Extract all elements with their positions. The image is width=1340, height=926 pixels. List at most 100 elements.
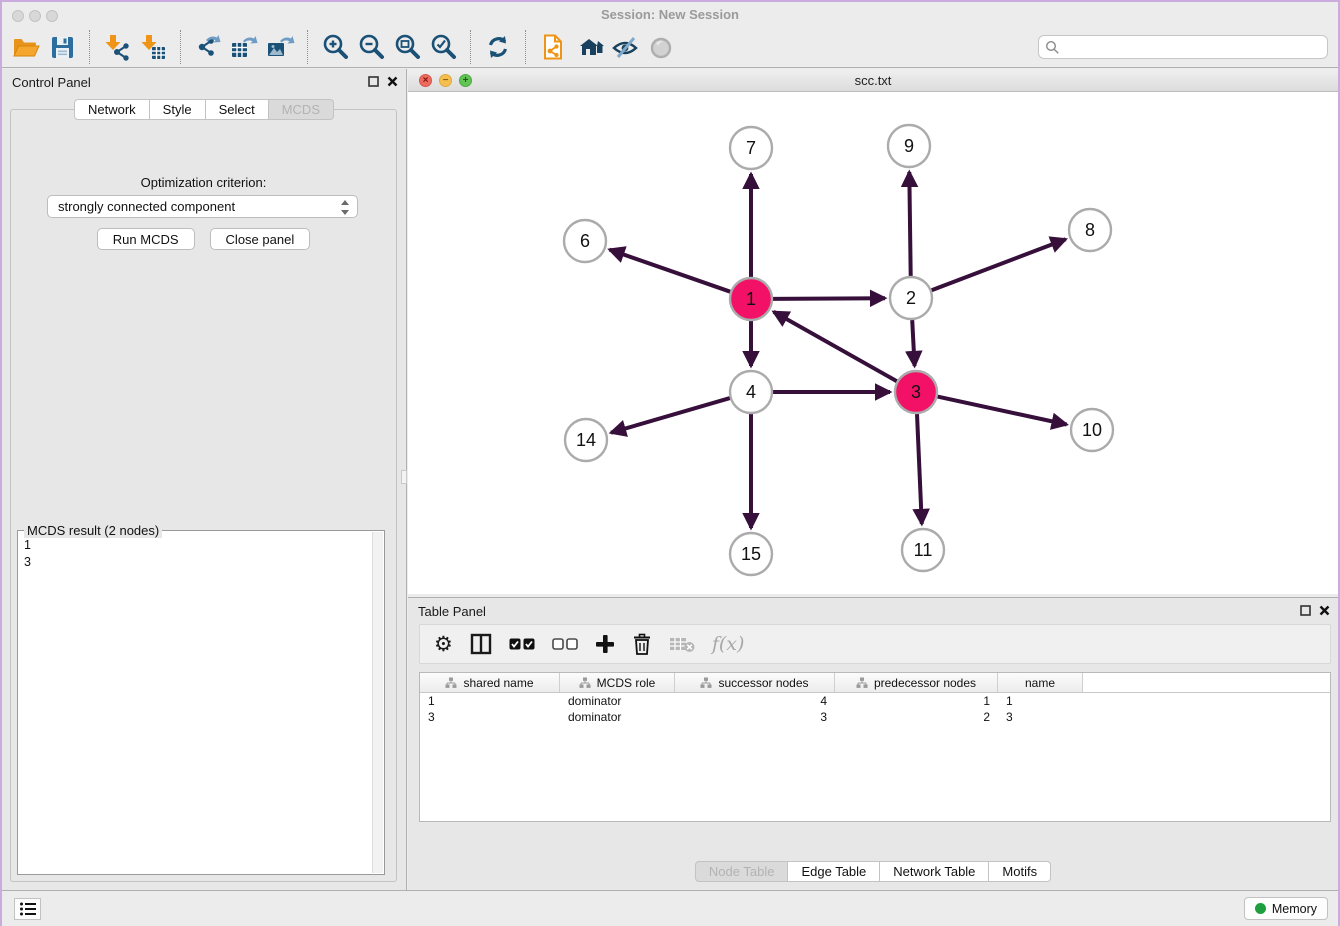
- import-table-button[interactable]: [135, 29, 171, 65]
- deselect-all-checkboxes-icon[interactable]: [552, 630, 578, 658]
- export-network-button[interactable]: [190, 29, 226, 65]
- close-panel-button[interactable]: Close panel: [210, 228, 311, 250]
- float-panel-icon[interactable]: [368, 76, 379, 87]
- table-panel-title: Table Panel: [418, 604, 486, 619]
- zoom-selected-button[interactable]: [425, 29, 461, 65]
- network-canvas[interactable]: 7 9 6 8 1 2 4 3 14 10 15 11: [408, 92, 1338, 594]
- first-neighbors-button[interactable]: [571, 29, 607, 65]
- delete-column-icon[interactable]: [632, 630, 652, 658]
- zoom-fit-button[interactable]: [389, 29, 425, 65]
- graph-edge-4-14[interactable]: [611, 398, 730, 433]
- status-bar: Memory: [2, 890, 1338, 926]
- select-all-checkboxes-icon[interactable]: [509, 630, 535, 658]
- graph-edge-2-8[interactable]: [932, 239, 1066, 290]
- show-all-button[interactable]: [643, 29, 679, 65]
- tab-network[interactable]: Network: [74, 99, 150, 120]
- criterion-value: strongly connected component: [58, 199, 235, 214]
- graph-edge-3-1[interactable]: [774, 312, 897, 381]
- graph-node-label: 8: [1085, 220, 1095, 240]
- column-header-3[interactable]: predecessor nodes: [835, 673, 998, 692]
- tab-mcds[interactable]: MCDS: [269, 99, 334, 120]
- column-tree-icon: [445, 677, 457, 689]
- toolbar-separator: [525, 30, 526, 64]
- optimization-criterion-label: Optimization criterion:: [11, 175, 396, 190]
- table-settings-icon[interactable]: ⚙: [434, 630, 453, 658]
- tab-edge-table[interactable]: Edge Table: [788, 861, 880, 882]
- eye-slash-icon: [611, 33, 639, 61]
- tab-network-table[interactable]: Network Table: [880, 861, 989, 882]
- table-row-0[interactable]: 1dominator411: [420, 693, 1330, 709]
- graph-node-label: 2: [906, 288, 916, 308]
- column-header-4[interactable]: name: [998, 673, 1083, 692]
- graph-node-8[interactable]: 8: [1069, 209, 1111, 251]
- export-image-icon: [265, 33, 295, 61]
- network-window-title: scc.txt: [408, 73, 1338, 88]
- graph-node-10[interactable]: 10: [1071, 409, 1113, 451]
- refresh-icon: [484, 33, 512, 61]
- new-network-from-selection-button[interactable]: [535, 29, 571, 65]
- graph-node-7[interactable]: 7: [730, 127, 772, 169]
- close-panel-icon[interactable]: [387, 76, 398, 87]
- table-row-1[interactable]: 3dominator323: [420, 709, 1330, 725]
- tab-motifs[interactable]: Motifs: [989, 861, 1051, 882]
- graph-node-4[interactable]: 4: [730, 371, 772, 413]
- open-session-button[interactable]: [8, 29, 44, 65]
- table-cell: dominator: [560, 709, 675, 725]
- graph-node-label: 15: [741, 544, 761, 564]
- export-image-button[interactable]: [262, 29, 298, 65]
- graph-edge-2-3[interactable]: [912, 320, 914, 366]
- column-header-2[interactable]: successor nodes: [675, 673, 835, 692]
- hide-selected-button[interactable]: [607, 29, 643, 65]
- memory-button[interactable]: Memory: [1244, 897, 1328, 920]
- graph-node-label: 6: [580, 231, 590, 251]
- search-icon: [1045, 40, 1060, 55]
- splitter-handle[interactable]: [401, 470, 407, 484]
- toolbar-separator: [180, 30, 181, 64]
- graph-edge-3-10[interactable]: [938, 397, 1067, 425]
- search-container: [1038, 35, 1328, 59]
- table-cell: 1: [998, 693, 1083, 709]
- graph-node-9[interactable]: 9: [888, 125, 930, 167]
- export-network-icon: [194, 33, 222, 61]
- column-label: name: [1025, 676, 1055, 690]
- split-columns-icon[interactable]: [470, 630, 492, 658]
- add-column-icon[interactable]: [595, 630, 615, 658]
- graph-node-1[interactable]: 1: [730, 278, 772, 320]
- graph-edge-3-11[interactable]: [917, 414, 922, 524]
- mcds-result-title: MCDS result (2 nodes): [24, 523, 162, 538]
- graph-node-2[interactable]: 2: [890, 277, 932, 319]
- graph-node-11[interactable]: 11: [902, 529, 944, 571]
- zoom-out-button[interactable]: [353, 29, 389, 65]
- import-network-button[interactable]: [99, 29, 135, 65]
- graph-node-14[interactable]: 14: [565, 419, 607, 461]
- tab-select[interactable]: Select: [206, 99, 269, 120]
- graph-edge-1-2[interactable]: [773, 298, 885, 299]
- column-tree-icon: [856, 677, 868, 689]
- close-table-panel-icon[interactable]: [1319, 605, 1330, 616]
- float-table-panel-icon[interactable]: [1300, 605, 1311, 616]
- node-table: shared nameMCDS rolesuccessor nodesprede…: [419, 672, 1331, 822]
- table-cell: 2: [835, 709, 998, 725]
- criterion-select[interactable]: strongly connected component: [47, 195, 358, 218]
- graph-node-15[interactable]: 15: [730, 533, 772, 575]
- result-scrollbar[interactable]: [372, 532, 383, 873]
- tab-style[interactable]: Style: [150, 99, 206, 120]
- column-header-1[interactable]: MCDS role: [560, 673, 675, 692]
- graph-node-label: 10: [1082, 420, 1102, 440]
- apply-function-icon: f(x): [712, 630, 745, 658]
- export-table-button[interactable]: [226, 29, 262, 65]
- task-history-button[interactable]: [14, 898, 41, 920]
- refresh-view-button[interactable]: [480, 29, 516, 65]
- tab-node-table[interactable]: Node Table: [695, 861, 789, 882]
- mcds-result-list[interactable]: 1 3: [24, 537, 370, 872]
- graph-node-6[interactable]: 6: [564, 220, 606, 262]
- graph-edge-1-6[interactable]: [610, 250, 731, 292]
- save-session-button[interactable]: [44, 29, 80, 65]
- zoom-in-button[interactable]: [317, 29, 353, 65]
- graph-edge-2-9[interactable]: [909, 172, 910, 276]
- open-folder-icon: [11, 33, 41, 61]
- graph-node-3[interactable]: 3: [895, 371, 937, 413]
- column-header-0[interactable]: shared name: [420, 673, 560, 692]
- search-input[interactable]: [1038, 35, 1328, 59]
- run-mcds-button[interactable]: Run MCDS: [97, 228, 195, 250]
